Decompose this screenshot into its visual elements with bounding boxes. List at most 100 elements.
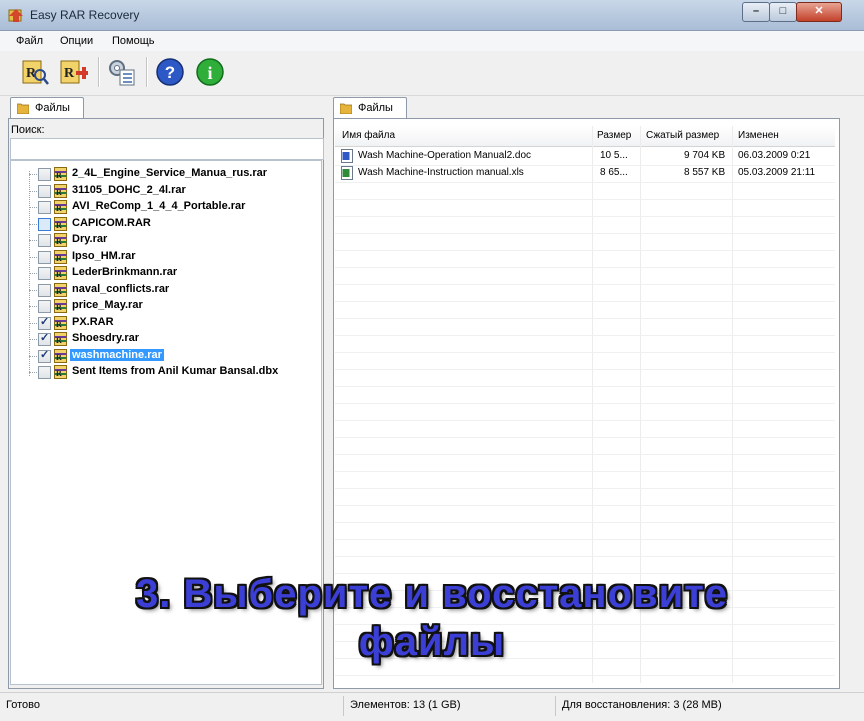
file-checkbox[interactable] bbox=[38, 250, 51, 264]
toolbar: R R ? i bbox=[0, 51, 864, 96]
doc-file-icon bbox=[341, 149, 353, 163]
rar-archive-icon: R bbox=[54, 282, 67, 297]
rar-archive-icon: R bbox=[54, 365, 67, 379]
info-icon[interactable]: i bbox=[195, 57, 225, 87]
file-name: PX.RAR bbox=[72, 315, 114, 328]
row-gridline bbox=[335, 250, 835, 251]
svg-text:i: i bbox=[207, 63, 212, 83]
status-divider bbox=[343, 696, 344, 716]
file-checkbox[interactable] bbox=[38, 217, 51, 231]
caption-line-2: файлы bbox=[358, 620, 506, 664]
tree-connector bbox=[29, 322, 37, 324]
file-checkbox[interactable] bbox=[38, 348, 51, 363]
search-label: Поиск: bbox=[11, 124, 45, 136]
minimize-button[interactable]: – bbox=[742, 2, 770, 22]
column-header-packed[interactable]: Сжатый размер bbox=[646, 130, 719, 141]
column-header-name[interactable]: Имя файла bbox=[342, 130, 395, 141]
tree-item[interactable]: R PX.RAR bbox=[11, 315, 311, 331]
tree-item[interactable]: R CAPICOM.RAR bbox=[11, 216, 311, 232]
svg-text:R: R bbox=[56, 369, 62, 378]
file-name: Ipso_HM.rar bbox=[72, 249, 136, 262]
rar-archive-icon: R bbox=[54, 167, 67, 181]
svg-text:R: R bbox=[56, 221, 62, 230]
menu-help[interactable]: Помощь bbox=[112, 35, 155, 47]
tree-connector bbox=[29, 223, 37, 225]
toolbar-separator bbox=[146, 57, 148, 87]
column-header-modified[interactable]: Изменен bbox=[738, 130, 779, 141]
menu-file[interactable]: Файл bbox=[16, 35, 43, 47]
svg-text:R: R bbox=[56, 270, 62, 279]
tree-connector bbox=[29, 372, 37, 373]
file-checkbox[interactable] bbox=[38, 201, 51, 214]
tree-connector bbox=[29, 190, 37, 192]
row-gridline bbox=[335, 539, 835, 540]
file-name: Dry.rar bbox=[72, 233, 108, 245]
file-checkbox[interactable] bbox=[38, 267, 51, 280]
rar-archive-icon: R bbox=[54, 249, 67, 264]
folder-icon bbox=[17, 103, 29, 114]
tab-files-right[interactable]: Файлы bbox=[333, 97, 407, 119]
tree-item[interactable]: R LederBrinkmann.rar bbox=[11, 265, 311, 281]
rar-archive-icon: R bbox=[54, 200, 67, 214]
svg-text:R: R bbox=[56, 254, 62, 263]
column-header-size[interactable]: Размер bbox=[597, 130, 631, 141]
search-input[interactable] bbox=[10, 138, 324, 160]
tree-item[interactable]: R Sent Items from Anil Kumar Bansal.dbx bbox=[11, 364, 311, 380]
row-gridline bbox=[335, 454, 835, 455]
tree-item[interactable]: R Shoesdry.rar bbox=[11, 331, 311, 347]
row-gridline bbox=[335, 522, 835, 523]
file-checkbox[interactable] bbox=[38, 283, 51, 297]
file-checkbox[interactable] bbox=[38, 331, 51, 346]
tree-item[interactable]: Rprice_May.rar bbox=[11, 298, 311, 314]
rar-archive-icon: R bbox=[54, 332, 67, 346]
rar-repair-icon[interactable]: R bbox=[58, 57, 88, 87]
tree-item[interactable]: Rwashmachine.rar bbox=[11, 348, 311, 364]
maximize-button[interactable]: □ bbox=[769, 2, 797, 22]
tab-label: Файлы bbox=[358, 102, 393, 114]
row-gridline bbox=[335, 420, 835, 421]
rar-search-icon[interactable]: R bbox=[20, 57, 50, 87]
svg-text:R: R bbox=[56, 188, 62, 197]
table-row[interactable]: Wash Machine-Instruction manual.xls 8 65.… bbox=[335, 165, 835, 182]
file-checkbox[interactable] bbox=[38, 234, 51, 247]
rar-archive-icon: R bbox=[54, 348, 67, 363]
help-icon[interactable]: ? bbox=[155, 57, 185, 87]
file-checkbox[interactable] bbox=[38, 168, 51, 181]
tree-item[interactable]: R 2_4L_Engine_Service_Manua_rus.rar bbox=[11, 166, 311, 182]
menu-options[interactable]: Опции bbox=[60, 35, 93, 47]
status-recover: Для восстановления: 3 (28 MB) bbox=[562, 699, 722, 711]
tab-files-left[interactable]: Файлы bbox=[10, 97, 84, 119]
tree-item[interactable]: Rnaval_conflicts.rar bbox=[11, 282, 311, 298]
cell-size: 10 5... bbox=[600, 150, 628, 161]
file-name: AVI_ReComp_1_4_4_Portable.rar bbox=[72, 200, 246, 212]
tab-label: Файлы bbox=[35, 102, 70, 114]
caption-line-1: 3. Выберите и восстановите bbox=[135, 572, 729, 616]
file-checkbox[interactable] bbox=[38, 366, 51, 379]
row-gridline bbox=[335, 488, 835, 489]
tree-connector bbox=[29, 256, 37, 258]
rar-archive-icon: R bbox=[54, 315, 67, 330]
tree-item[interactable]: R Ipso_HM.rar bbox=[11, 249, 311, 265]
tree-item[interactable]: R 31105_DOHC_2_4l.rar bbox=[11, 183, 311, 199]
row-gridline bbox=[335, 386, 835, 387]
right-tabstrip: Файлы bbox=[333, 97, 838, 119]
file-name: 2_4L_Engine_Service_Manua_rus.rar bbox=[72, 167, 268, 179]
file-checkbox[interactable] bbox=[38, 315, 51, 330]
rar-archive-icon: R bbox=[54, 266, 67, 280]
left-tabstrip: Файлы bbox=[10, 97, 322, 119]
tree-connector bbox=[29, 240, 37, 241]
close-button[interactable]: ✕ bbox=[796, 2, 842, 22]
file-name: naval_conflicts.rar bbox=[72, 282, 170, 295]
row-gridline bbox=[335, 335, 835, 336]
status-bar: Готово Элементов: 13 (1 GB) Для восстано… bbox=[0, 692, 864, 721]
row-gridline bbox=[335, 267, 835, 268]
row-gridline bbox=[335, 437, 835, 438]
table-row[interactable]: Wash Machine-Operation Manual2.doc 10 5..… bbox=[335, 148, 835, 165]
settings-list-icon[interactable] bbox=[106, 57, 136, 87]
tree-item[interactable]: R Dry.rar bbox=[11, 232, 311, 248]
file-checkbox[interactable] bbox=[38, 300, 51, 313]
tree-item[interactable]: R AVI_ReComp_1_4_4_Portable.rar bbox=[11, 199, 311, 215]
app-icon bbox=[8, 9, 23, 22]
file-checkbox[interactable] bbox=[38, 184, 51, 198]
tree-connector bbox=[29, 306, 37, 307]
